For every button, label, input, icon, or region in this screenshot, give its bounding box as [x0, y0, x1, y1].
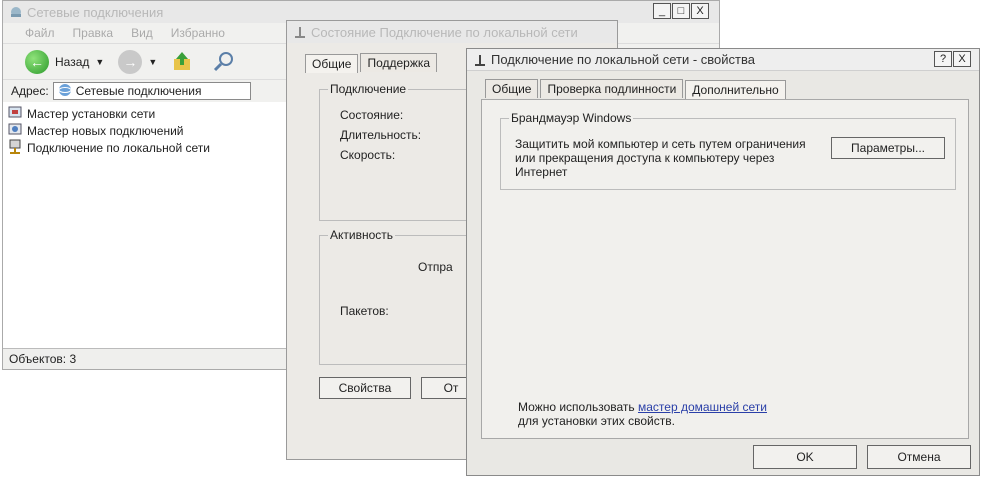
network-globe-icon [58, 83, 72, 100]
explorer-title: Сетевые подключения [27, 4, 164, 20]
list-item[interactable]: Мастер новых подключений [7, 122, 210, 139]
firewall-group: Брандмауэр Windows Защитить мой компьюте… [500, 111, 956, 190]
close-button[interactable]: X [691, 3, 709, 19]
menu-favorites[interactable]: Избранно [171, 26, 225, 40]
network-folder-icon [9, 5, 23, 19]
status-tabs: Общие Поддержка [305, 53, 439, 73]
tab-general[interactable]: Общие [485, 79, 539, 98]
address-value: Сетевые подключения [75, 84, 202, 98]
status-titlebar[interactable]: Состояние Подключение по локальной сети [287, 21, 617, 43]
ok-button[interactable]: OK [753, 445, 857, 469]
object-count: Объектов: 3 [9, 352, 77, 366]
lan-connection-icon [293, 25, 307, 39]
props-tabs: Общие Проверка подлинности Дополнительно [485, 79, 788, 99]
properties-button[interactable]: Свойства [319, 377, 411, 399]
packets-label: Пакетов: [340, 304, 389, 318]
footer-note: Можно использовать мастер домашней сети … [518, 400, 938, 428]
home-network-wizard-link[interactable]: мастер домашней сети [638, 400, 767, 414]
list-item[interactable]: Подключение по локальной сети [7, 139, 210, 156]
connection-group: Подключение Состояние: Длительность: Ско… [319, 82, 479, 221]
search-icon[interactable] [213, 50, 235, 75]
help-button[interactable]: ? [934, 51, 952, 67]
footer-text-before: Можно использовать [518, 400, 635, 414]
state-label: Состояние: [340, 108, 404, 122]
up-folder-icon[interactable] [171, 50, 193, 75]
parameters-button[interactable]: Параметры... [831, 137, 945, 159]
menu-file[interactable]: Файл [25, 26, 55, 40]
address-field[interactable]: Сетевые подключения [52, 82, 251, 100]
duration-label: Длительность: [340, 128, 422, 142]
back-dropdown-icon[interactable]: ▼ [95, 57, 104, 67]
props-titlebar[interactable]: Подключение по локальной сети - свойства [467, 49, 979, 71]
cancel-button[interactable]: Отмена [867, 445, 971, 469]
firewall-group-title: Брандмауэр Windows [509, 111, 634, 125]
tab-authentication[interactable]: Проверка подлинности [540, 79, 684, 98]
list-item[interactable]: Мастер установки сети [7, 105, 210, 122]
list-item-label: Мастер установки сети [27, 106, 156, 121]
forward-dropdown-icon[interactable]: ▼ [148, 57, 157, 67]
menu-view[interactable]: Вид [131, 26, 153, 40]
lan-properties-window: Подключение по локальной сети - свойства… [466, 48, 980, 476]
file-list: Мастер установки сети Мастер новых подкл… [7, 105, 210, 156]
list-item-label: Мастер новых подключений [27, 123, 184, 138]
menu-edit[interactable]: Правка [73, 26, 114, 40]
footer-text-after: для установки этих свойств. [518, 414, 675, 428]
forward-arrow-icon[interactable]: → [118, 50, 143, 74]
lan-connection-icon [473, 53, 487, 67]
sent-label: Отпра [418, 260, 453, 274]
tab-general[interactable]: Общие [305, 54, 359, 73]
status-title: Состояние Подключение по локальной сети [311, 24, 578, 40]
back-arrow-icon[interactable]: ← [25, 50, 49, 74]
props-title: Подключение по локальной сети - свойства [491, 52, 755, 67]
maximize-button[interactable]: □ [672, 3, 690, 19]
list-item-label: Подключение по локальной сети [27, 140, 210, 155]
connection-group-title: Подключение [328, 82, 409, 96]
back-button[interactable]: Назад [55, 55, 89, 69]
speed-label: Скорость: [340, 148, 396, 162]
activity-group-title: Активность [328, 228, 396, 242]
close-button[interactable]: X [953, 51, 971, 67]
tab-advanced[interactable]: Дополнительно [685, 80, 786, 99]
activity-group: Активность Отпра Пакетов: [319, 228, 479, 365]
minimize-button[interactable]: _ [653, 3, 671, 19]
firewall-description: Защитить мой компьютер и сеть путем огра… [515, 137, 806, 179]
tab-panel: Брандмауэр Windows Защитить мой компьюте… [481, 99, 969, 439]
tab-support[interactable]: Поддержка [360, 53, 438, 72]
address-label: Адрес: [11, 84, 49, 98]
lan-connection-icon [7, 138, 23, 157]
